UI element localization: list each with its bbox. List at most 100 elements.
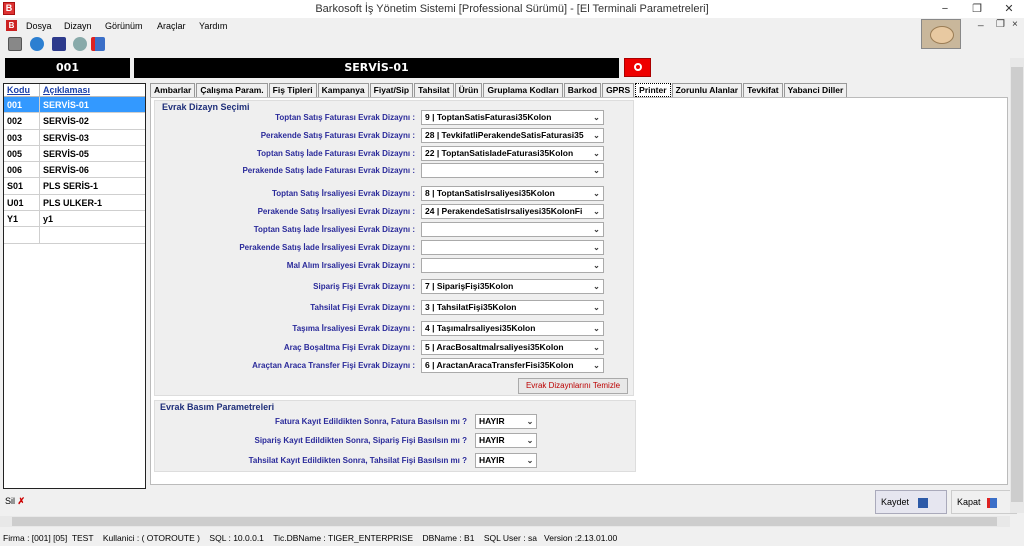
menu-yardim[interactable]: Yardım (199, 21, 227, 31)
list-row[interactable]: 001 SERVİS-01 (4, 97, 145, 114)
terminal-list[interactable]: Kodu Açıklaması 001 SERVİS-01 002 SERVİS-02… (3, 83, 146, 489)
chevron-down-icon[interactable]: ⌄ (590, 280, 603, 293)
row-desc: y1 (43, 214, 54, 225)
design-select-value: 8 | ToptanSatisIrsaliyesi35Kolon (425, 188, 555, 198)
list-row[interactable]: Y1 y1 (4, 211, 145, 228)
design-field-label: Sipariş Fişi Evrak Dizaynı : (313, 282, 415, 291)
tab-fiyat-sip[interactable]: Fiyat/Sip (369, 83, 414, 97)
clear-designs-button[interactable]: Evrak Dizaynlarını Temizle (518, 378, 628, 394)
chevron-down-icon[interactable]: ⌄ (590, 322, 603, 335)
chevron-down-icon[interactable]: ⌄ (590, 359, 603, 372)
tab-ambarlar[interactable]: Ambarlar (150, 83, 196, 97)
save-button[interactable]: Kaydet (875, 490, 947, 514)
tab-yabanci-diller[interactable]: Yabanci Diller (783, 83, 848, 97)
search-icon (634, 63, 642, 71)
user-icon[interactable] (8, 37, 22, 51)
minimize-button[interactable]: − (930, 1, 960, 17)
chevron-down-icon[interactable]: ⌄ (524, 454, 536, 467)
search-button[interactable] (624, 58, 651, 77)
chevron-down-icon[interactable]: ⌄ (590, 205, 603, 218)
close-door-icon (987, 497, 998, 508)
print-select[interactable]: HAYIR ⌄ (475, 453, 537, 468)
column-desc-header[interactable]: Açıklaması (40, 84, 90, 96)
list-row[interactable] (4, 227, 145, 244)
mdi-minimize-button[interactable]: _ (978, 16, 984, 27)
settings-icon[interactable] (73, 37, 87, 51)
design-select[interactable]: 9 | ToptanSatisFaturasi35Kolon ⌄ (421, 110, 604, 125)
window-title: Barkosoft İş Yönetim Sistemi [Profession… (315, 3, 709, 15)
chevron-down-icon[interactable]: ⌄ (590, 147, 603, 160)
menu-dosya[interactable]: Dosya (26, 21, 52, 31)
design-select[interactable]: 7 | SiparişFişi35Kolon ⌄ (421, 279, 604, 294)
design-select[interactable]: ⌄ (421, 222, 604, 237)
tab--al-ma-param-[interactable]: Çalışma Param. (196, 83, 268, 97)
print-select[interactable]: HAYIR ⌄ (475, 414, 537, 429)
design-field-label: Mal Alım Irsaliyesi Evrak Dizaynı : (286, 261, 415, 270)
chevron-down-icon[interactable]: ⌄ (590, 223, 603, 236)
tab-gruplama-kodlar-[interactable]: Gruplama Kodları (483, 83, 563, 97)
tab-fi-tipleri[interactable]: Fiş Tipleri (268, 83, 317, 97)
chevron-down-icon[interactable]: ⌄ (590, 187, 603, 200)
chevron-down-icon[interactable]: ⌄ (590, 241, 603, 254)
globe-icon[interactable] (30, 37, 44, 51)
design-select[interactable]: ⌄ (421, 163, 604, 178)
tab-kampanya[interactable]: Kampanya (317, 83, 369, 97)
mdi-restore-button[interactable]: ❐ (996, 19, 1005, 30)
tab--r-n[interactable]: Ürün (454, 83, 483, 97)
vertical-scroll-thumb[interactable] (1011, 67, 1023, 502)
row-desc: SERVİS-06 (43, 165, 89, 176)
design-select[interactable]: 6 | AractanAracaTransferFisi35Kolon ⌄ (421, 358, 604, 373)
mdi-app-icon[interactable]: B (6, 20, 17, 31)
row-code: U01 (4, 194, 40, 211)
list-row[interactable]: 002 SERVİS-02 (4, 113, 145, 130)
row-code: 001 (4, 97, 40, 113)
row-code: 002 (4, 113, 40, 129)
column-code-header[interactable]: Kodu (4, 84, 40, 96)
chevron-down-icon[interactable]: ⌄ (524, 434, 536, 447)
design-select[interactable]: 24 | PerakendeSatisIrsaliyesi35KolonFi ⌄ (421, 204, 604, 219)
design-select[interactable]: ⌄ (421, 258, 604, 273)
design-field-label: Tahsilat Fişi Evrak Dizaynı : (310, 303, 415, 312)
print-select[interactable]: HAYIR ⌄ (475, 433, 537, 448)
chevron-down-icon[interactable]: ⌄ (590, 164, 603, 177)
report-icon[interactable] (52, 37, 66, 51)
row-code: 005 (4, 145, 40, 162)
list-row[interactable]: 003 SERVİS-03 (4, 129, 145, 146)
list-row[interactable]: 005 SERVİS-05 (4, 145, 145, 163)
design-select[interactable]: 4 | Taşımaİrsaliyesi35Kolon ⌄ (421, 321, 604, 336)
tab-zorunlu-alanlar[interactable]: Zorunlu Alanlar (671, 83, 743, 97)
code-display[interactable]: 001 (5, 58, 130, 78)
list-row[interactable]: S01 PLS SERİS-1 (4, 178, 145, 195)
tab-tahsilat[interactable]: Tahsilat (414, 83, 454, 97)
tab-gprs[interactable]: GPRS (602, 83, 635, 97)
mdi-close-button[interactable]: × (1012, 19, 1018, 30)
menu-dizayn[interactable]: Dizayn (64, 21, 92, 31)
design-select[interactable]: 3 | TahsilatFişi35Kolon ⌄ (421, 300, 604, 315)
chevron-down-icon[interactable]: ⌄ (524, 415, 536, 428)
chevron-down-icon[interactable]: ⌄ (590, 341, 603, 354)
menu-araclar[interactable]: Araçlar (157, 21, 186, 31)
close-window-button[interactable]: Kapat (951, 490, 1017, 514)
chevron-down-icon[interactable]: ⌄ (590, 111, 603, 124)
close-button[interactable]: ✕ (994, 1, 1024, 17)
chevron-down-icon[interactable]: ⌄ (590, 259, 603, 272)
design-select-value: 9 | ToptanSatisFaturasi35Kolon (425, 112, 552, 122)
design-select[interactable]: 5 | AracBosaltmaİrsaliyesi35Kolon ⌄ (421, 340, 604, 355)
design-select[interactable]: 28 | TevkifatliPerakendeSatisFaturasi35 ⌄ (421, 128, 604, 143)
tab-tevkifat[interactable]: Tevkifat (743, 83, 783, 97)
chevron-down-icon[interactable]: ⌄ (590, 129, 603, 142)
exit-icon[interactable] (91, 37, 105, 51)
tab-printer[interactable]: Printer (635, 83, 671, 97)
horizontal-scroll-thumb[interactable] (12, 517, 997, 526)
list-row[interactable]: U01 PLS ULKER-1 (4, 194, 145, 212)
restore-button[interactable]: ❐ (962, 1, 992, 17)
list-row[interactable]: 006 SERVİS-06 (4, 162, 145, 179)
name-display[interactable]: SERVİS-01 (134, 58, 619, 78)
design-select[interactable]: 22 | ToptanSatisIadeFaturasi35Kolon ⌄ (421, 146, 604, 161)
menu-gorunum[interactable]: Görünüm (105, 21, 143, 31)
design-select[interactable]: 8 | ToptanSatisIrsaliyesi35Kolon ⌄ (421, 186, 604, 201)
delete-button[interactable]: Sil ✗ (5, 496, 25, 507)
tab-barkod[interactable]: Barkod (563, 83, 602, 97)
chevron-down-icon[interactable]: ⌄ (590, 301, 603, 314)
design-select[interactable]: ⌄ (421, 240, 604, 255)
